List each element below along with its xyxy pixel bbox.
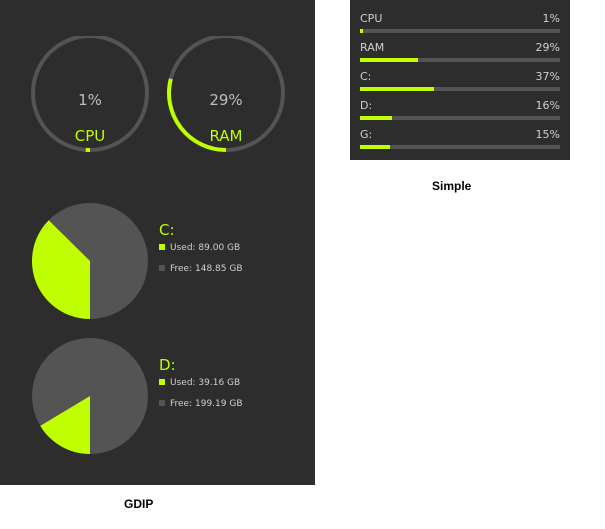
simple-row-fill — [360, 145, 390, 149]
drive-d-free-text: Free: 199.19 GB — [170, 399, 243, 409]
simple-row-label: G: — [360, 128, 373, 141]
simple-row-track — [360, 29, 560, 33]
drive-c-free-text: Free: 148.85 GB — [170, 264, 243, 274]
cpu-gauge-value: 1% — [78, 91, 102, 109]
simple-row-fill — [360, 58, 418, 62]
drive-c-used-text: Used: 89.00 GB — [170, 243, 241, 253]
simple-row-fill — [360, 29, 363, 33]
simple-row-fill — [360, 116, 392, 120]
gdip-panel: 1% CPU 29% RAM C: Used: 89.00 GB Free: 1… — [0, 0, 315, 485]
drive-c-block: C: Used: 89.00 GB Free: 148.85 GB — [31, 203, 311, 323]
simple-row-percent: 29% — [535, 41, 560, 54]
ram-gauge-label: RAM — [209, 127, 243, 145]
drive-d-used-legend: Used: 39.16 GB — [159, 378, 240, 388]
simple-row-label: RAM — [360, 41, 385, 54]
simple-row-track — [360, 58, 560, 62]
simple-row-label: D: — [360, 99, 373, 112]
drive-d-pie — [32, 338, 148, 454]
simple-row-track — [360, 116, 560, 120]
used-swatch — [159, 244, 165, 250]
simple-row-percent: 15% — [535, 128, 560, 141]
simple-row-track — [360, 145, 560, 149]
simple-caption: Simple — [432, 179, 472, 193]
drive-c-used-legend: Used: 89.00 GB — [159, 243, 240, 253]
gdip-caption: GDIP — [124, 497, 154, 511]
ram-gauge-value: 29% — [209, 91, 243, 109]
drive-c-pie — [32, 203, 148, 319]
simple-row-label: CPU — [360, 12, 383, 25]
free-swatch — [159, 265, 165, 271]
simple-row-track — [360, 87, 560, 91]
simple-row-fill — [360, 87, 434, 91]
simple-row-percent: 16% — [535, 99, 560, 112]
simple-row-label: C: — [360, 70, 372, 83]
cpu-gauge: 1% CPU — [28, 36, 152, 160]
simple-row-percent: 37% — [535, 70, 560, 83]
cpu-gauge-label: CPU — [74, 127, 106, 145]
simple-panel: CPU 1% RAM 29% C: 37% D: 16% G: 15% — [350, 0, 570, 160]
drive-d-letter: D: — [159, 356, 176, 374]
drive-d-free-legend: Free: 199.19 GB — [159, 399, 243, 409]
drive-d-used-text: Used: 39.16 GB — [170, 378, 241, 388]
drive-c-free-legend: Free: 148.85 GB — [159, 264, 243, 274]
drive-c-letter: C: — [159, 221, 175, 239]
simple-row-percent: 1% — [542, 12, 560, 25]
used-swatch — [159, 379, 165, 385]
drive-d-block: D: Used: 39.16 GB Free: 199.19 GB — [31, 338, 311, 458]
free-swatch — [159, 400, 165, 406]
ram-gauge: 29% RAM — [164, 36, 288, 160]
